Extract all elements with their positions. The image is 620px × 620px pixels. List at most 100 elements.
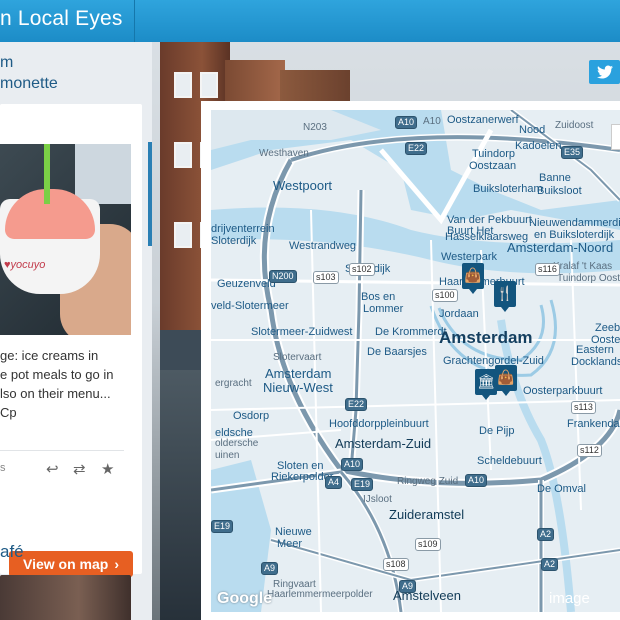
map-label: Kralaf 't Kaas xyxy=(553,261,613,272)
map-label: N203 xyxy=(303,122,327,133)
road-shield: A2 xyxy=(537,528,555,541)
post-text-line: lso on their menu... xyxy=(0,386,111,401)
map-label: Nood xyxy=(519,124,546,136)
map-label: Nieuwe xyxy=(275,526,312,538)
road-shield: s112 xyxy=(577,444,602,457)
scrollbar[interactable] xyxy=(148,142,152,246)
place-header: m monette xyxy=(0,42,152,102)
app-header: n Local Eyes xyxy=(0,0,620,43)
map-label: De Omval xyxy=(537,483,586,495)
map-label: Oostzanerwerf xyxy=(447,114,519,126)
map-label: Slotermeer-Zuidwest xyxy=(251,326,353,338)
map-label: Zeeb xyxy=(595,322,620,334)
image-watermark: image xyxy=(549,590,590,607)
road-shield: s100 xyxy=(432,289,458,302)
next-card-title[interactable]: afé xyxy=(0,542,24,562)
map-label: A10 xyxy=(423,116,441,127)
map[interactable]: A10 Oostzanerwerf Zuidoost N203 Nood Tuindorp… xyxy=(211,110,620,612)
map-label: Amsterdam xyxy=(439,328,533,347)
map-label: IJsloot xyxy=(363,494,392,505)
map-label: De Krommerdt xyxy=(375,326,447,338)
map-label: oldersche xyxy=(215,438,259,449)
road-shield: A2 xyxy=(541,558,559,571)
map-label: De Pijp xyxy=(479,425,515,437)
map-label: Westhaven xyxy=(259,148,309,159)
map-label: Osdorp xyxy=(233,410,270,422)
restaurant-pin[interactable]: 🍴 xyxy=(494,281,516,312)
post-link[interactable]: Cp xyxy=(0,403,135,422)
map-label: Geuzenveld xyxy=(217,278,276,290)
map-label: Amsterdam xyxy=(265,366,332,381)
map-label: Tuindorp Oostdik xyxy=(557,273,620,284)
post-card: ♥yocuyo ge: ice creams in e pot meals to… xyxy=(0,104,142,577)
map-label: Nieuwendammerdijk xyxy=(529,217,620,229)
map-label: Scheldebuurt xyxy=(477,455,542,467)
map-label: Slotervaart xyxy=(273,352,322,363)
card-divider xyxy=(0,450,124,451)
map-label: uinen xyxy=(215,450,240,461)
museum-pin[interactable]: 🏛 xyxy=(475,369,497,400)
map-label: veld-Slotermeer xyxy=(211,300,289,312)
reply-icon[interactable]: ↩ xyxy=(46,460,59,478)
road-shield: s109 xyxy=(415,538,441,551)
road-shield: E22 xyxy=(405,142,428,155)
road-shield: E35 xyxy=(561,146,584,159)
map-label: Oostzaan xyxy=(469,160,517,172)
map-label: drijventerrein xyxy=(211,223,275,235)
post-meta: s xyxy=(0,462,6,474)
map-label: Kadoelen xyxy=(515,140,562,152)
road-shield: E19 xyxy=(351,478,374,491)
place-title-line1: m xyxy=(0,54,14,71)
road-shield: E22 xyxy=(345,398,368,411)
view-on-map-label: View on map xyxy=(23,556,109,572)
road-shield: s103 xyxy=(313,271,339,284)
map-label: Sloterdijk xyxy=(211,235,257,247)
map-label: De Baarsjes xyxy=(367,346,427,358)
map-label: Buiksloterham xyxy=(473,183,543,195)
next-card-photo[interactable] xyxy=(0,575,131,620)
app-brand-title[interactable]: n Local Eyes xyxy=(0,7,123,31)
retweet-icon[interactable]: ⇄ xyxy=(73,460,86,478)
place-title: m monette xyxy=(0,52,58,94)
google-logo[interactable]: Google xyxy=(217,590,272,608)
map-label: Ringweg Zuid xyxy=(397,476,459,487)
view-on-map-button[interactable]: View on map › xyxy=(9,551,133,577)
road-shield: N200 xyxy=(269,270,297,283)
map-label: Bos en xyxy=(361,291,396,303)
road-shield: A4 xyxy=(325,476,343,489)
road-shield: A10 xyxy=(341,458,364,471)
map-zoom-control[interactable] xyxy=(611,124,620,150)
map-label: Eastern xyxy=(576,344,614,356)
twitter-button[interactable] xyxy=(589,60,620,84)
road-shield: s113 xyxy=(571,401,596,414)
map-label: Hoofddorppleinbuurt xyxy=(329,418,429,430)
post-text-line: ge: ice creams in xyxy=(0,348,99,363)
ice-cream-photo[interactable]: ♥yocuyo xyxy=(0,144,131,335)
road-shield: s116 xyxy=(535,263,560,276)
header-divider xyxy=(134,0,135,42)
cup-brand-text: ♥yocuyo xyxy=(4,259,46,271)
chevron-right-icon: › xyxy=(114,556,119,572)
map-label: Tuindorp xyxy=(472,148,516,160)
map-label: Frankendae xyxy=(567,418,620,430)
map-label: Buiksloot xyxy=(537,185,582,197)
map-label: Haarlemmermeerpolder xyxy=(267,589,373,600)
map-label: Zuidoost xyxy=(555,120,594,131)
road-shield: s108 xyxy=(383,558,409,571)
map-label: Banne xyxy=(539,172,571,184)
road-shield: s102 xyxy=(349,263,375,276)
shopping-bag-pin[interactable]: 👜 xyxy=(462,263,484,294)
map-label: Meer xyxy=(277,538,303,550)
place-title-line2: monette xyxy=(0,75,58,92)
road-shield: A10 xyxy=(465,474,488,487)
favorite-icon[interactable]: ★ xyxy=(101,460,114,478)
twitter-bird-icon xyxy=(597,65,613,79)
post-text: ge: ice creams in e pot meals to go in l… xyxy=(0,346,135,422)
map-label: Westpoort xyxy=(273,178,333,193)
map-label: Docklands xyxy=(571,356,620,368)
shopping-bag-pin-2[interactable]: 👜 xyxy=(495,365,517,396)
map-label: Nieuw-West xyxy=(263,380,333,395)
map-label: Zuideramstel xyxy=(389,507,465,522)
map-label: Oosterparkbuurt xyxy=(523,385,603,397)
map-label: Westerpark xyxy=(441,251,498,263)
